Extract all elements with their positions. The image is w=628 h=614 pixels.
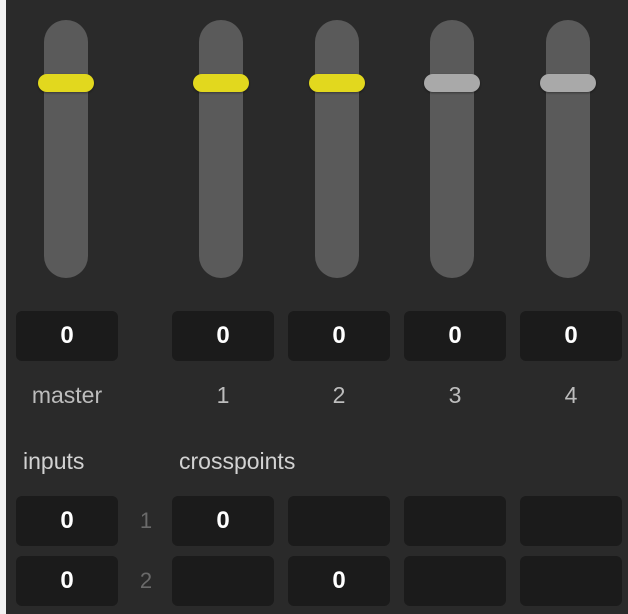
value-field-1[interactable]: 0 — [172, 311, 274, 361]
crosspoint-1-1[interactable]: 0 — [172, 496, 274, 546]
crosspoint-2-2[interactable]: 0 — [288, 556, 390, 606]
crosspoints-heading: crosspoints — [179, 447, 296, 474]
row-number-1: 1 — [139, 508, 153, 533]
fader-1[interactable] — [193, 20, 249, 278]
channel-label-3: 3 — [448, 381, 462, 408]
fader-2[interactable] — [309, 20, 365, 278]
channel-label-4: 4 — [564, 381, 578, 408]
value-field-2[interactable]: 0 — [288, 311, 390, 361]
fader-4[interactable] — [540, 20, 596, 278]
fader-master[interactable] — [38, 20, 94, 278]
fader-3[interactable] — [424, 20, 480, 278]
crosspoint-1-4[interactable] — [520, 496, 622, 546]
crosspoint-2-4[interactable] — [520, 556, 622, 606]
channel-label-master: master — [31, 381, 103, 408]
fader-knob-1[interactable] — [193, 74, 249, 92]
fader-knob-2[interactable] — [309, 74, 365, 92]
fader-knob-4[interactable] — [540, 74, 596, 92]
channel-label-2: 2 — [332, 381, 346, 408]
inputs-heading: inputs — [23, 447, 85, 474]
crosspoint-1-3[interactable] — [404, 496, 506, 546]
channel-label-1: 1 — [216, 381, 230, 408]
input-field-1[interactable]: 0 — [16, 496, 118, 546]
value-field-master[interactable]: 0 — [16, 311, 118, 361]
row-number-2: 2 — [139, 568, 153, 593]
fader-knob-master[interactable] — [38, 74, 94, 92]
mixer-panel: 0 0 0 0 0 master 1 2 3 4 inputs crosspoi… — [6, 0, 628, 614]
crosspoint-2-1[interactable] — [172, 556, 274, 606]
fader-knob-3[interactable] — [424, 74, 480, 92]
input-field-2[interactable]: 0 — [16, 556, 118, 606]
crosspoint-2-3[interactable] — [404, 556, 506, 606]
value-field-4[interactable]: 0 — [520, 311, 622, 361]
value-field-3[interactable]: 0 — [404, 311, 506, 361]
crosspoint-1-2[interactable] — [288, 496, 390, 546]
